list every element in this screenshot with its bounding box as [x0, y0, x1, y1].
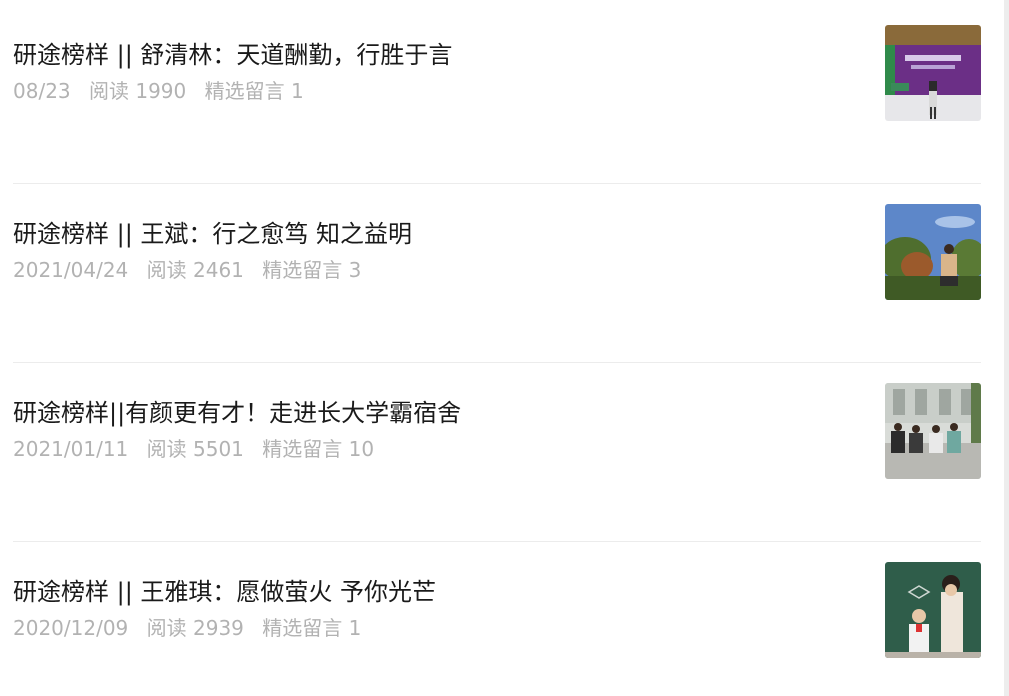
group-photo — [885, 383, 981, 479]
article-date: 08/23 — [13, 79, 71, 103]
article-item[interactable]: 研途榜样 || 王雅琪：愿做萤火 予你光芒 2020/12/09 阅读 2939… — [13, 542, 981, 696]
article-read-count: 阅读 2461 — [146, 258, 244, 282]
article-thumbnail[interactable] — [885, 25, 981, 121]
article-list-page: 研途榜样 || 舒清林：天道酬勤，行胜于言 08/23 阅读 1990 精选留言… — [0, 0, 1009, 696]
article-thumbnail[interactable] — [885, 383, 981, 479]
article-title[interactable]: 研途榜样 || 王雅琪：愿做萤火 予你光芒 — [13, 572, 861, 612]
article-text: 研途榜样 || 王雅琪：愿做萤火 予你光芒 2020/12/09 阅读 2939… — [13, 572, 861, 644]
article-thumbnail[interactable] — [885, 204, 981, 300]
article-date: 2021/01/11 — [13, 437, 129, 461]
outdoor-portrait-photo — [885, 204, 981, 300]
article-read-count: 阅读 2939 — [146, 616, 244, 640]
article-title[interactable]: 研途榜样 || 王斌：行之愈笃 知之益明 — [13, 214, 861, 254]
article-thumbnail[interactable] — [885, 562, 981, 658]
article-comment-count: 精选留言 10 — [262, 437, 375, 461]
article-comment-count: 精选留言 1 — [204, 79, 304, 103]
article-comment-count: 精选留言 3 — [262, 258, 362, 282]
article-text: 研途榜样 || 王斌：行之愈笃 知之益明 2021/04/24 阅读 2461 … — [13, 214, 861, 286]
article-text: 研途榜样||有颜更有才！走进长大学霸宿舍 2021/01/11 阅读 5501 … — [13, 393, 861, 465]
article-read-count: 阅读 1990 — [89, 79, 187, 103]
article-item[interactable]: 研途榜样||有颜更有才！走进长大学霸宿舍 2021/01/11 阅读 5501 … — [13, 363, 981, 542]
scrollbar[interactable] — [1004, 0, 1009, 696]
article-comment-count: 精选留言 1 — [262, 616, 362, 640]
article-item[interactable]: 研途榜样 || 舒清林：天道酬勤，行胜于言 08/23 阅读 1990 精选留言… — [13, 5, 981, 184]
article-title[interactable]: 研途榜样||有颜更有才！走进长大学霸宿舍 — [13, 393, 861, 433]
article-date: 2020/12/09 — [13, 616, 129, 640]
article-title[interactable]: 研途榜样 || 舒清林：天道酬勤，行胜于言 — [13, 35, 861, 75]
article-meta: 2021/01/11 阅读 5501 精选留言 10 — [13, 433, 861, 465]
article-meta: 2020/12/09 阅读 2939 精选留言 1 — [13, 612, 861, 644]
article-read-count: 阅读 5501 — [146, 437, 244, 461]
article-meta: 2021/04/24 阅读 2461 精选留言 3 — [13, 254, 861, 286]
award-ceremony-photo — [885, 25, 981, 121]
article-item[interactable]: 研途榜样 || 王斌：行之愈笃 知之益明 2021/04/24 阅读 2461 … — [13, 184, 981, 363]
classroom-photo — [885, 562, 981, 658]
article-text: 研途榜样 || 舒清林：天道酬勤，行胜于言 08/23 阅读 1990 精选留言… — [13, 35, 861, 107]
article-date: 2021/04/24 — [13, 258, 129, 282]
article-meta: 08/23 阅读 1990 精选留言 1 — [13, 75, 861, 107]
article-list: 研途榜样 || 舒清林：天道酬勤，行胜于言 08/23 阅读 1990 精选留言… — [13, 5, 981, 696]
